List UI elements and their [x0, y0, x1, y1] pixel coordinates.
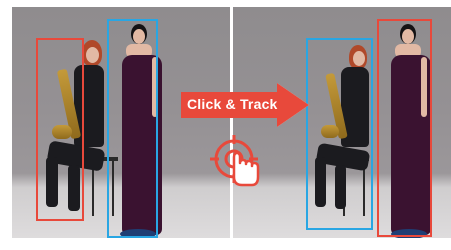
- click-and-track-label: Click & Track: [187, 96, 278, 112]
- click-and-track-arrow[interactable]: Click & Track: [181, 83, 309, 127]
- click-target-hand-icon[interactable]: [208, 133, 264, 189]
- tracking-box-dress[interactable]: [377, 19, 432, 237]
- tracking-box-musician[interactable]: [36, 38, 84, 221]
- tracking-box-dress[interactable]: [107, 19, 158, 238]
- tracking-box-musician[interactable]: [306, 38, 373, 230]
